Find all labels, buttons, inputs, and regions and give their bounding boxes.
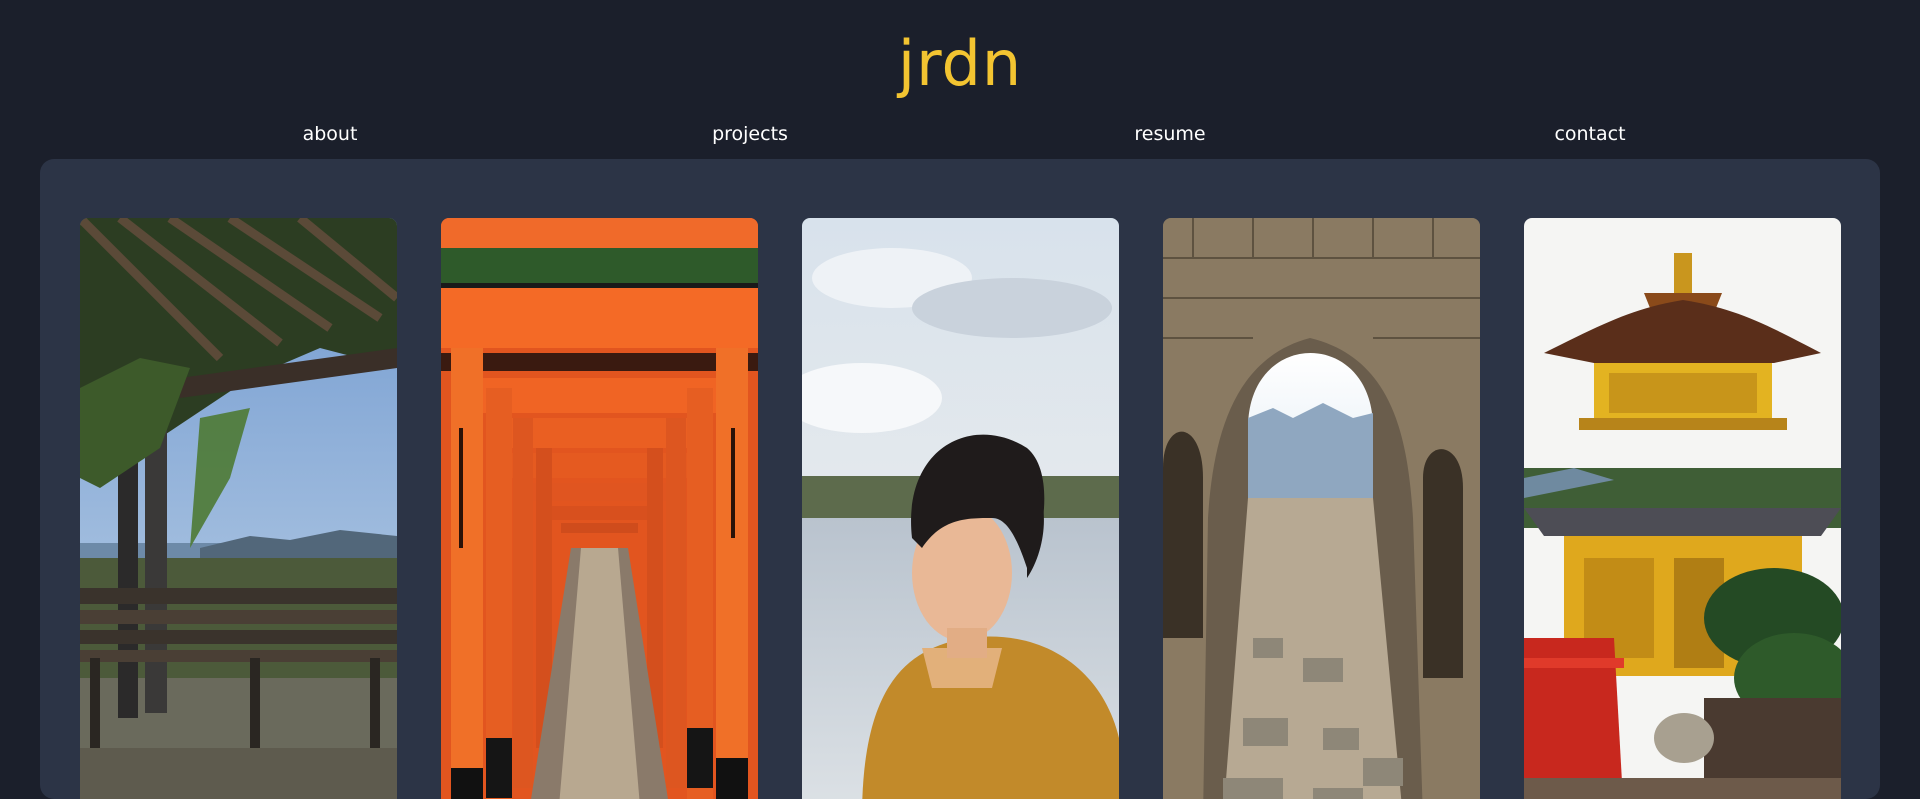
nav-projects[interactable]: projects: [650, 120, 850, 148]
portrait-by-water-photo: [802, 218, 1119, 799]
photo-card-torii[interactable]: [441, 218, 758, 799]
golden-pagoda-photo: [1524, 218, 1841, 799]
nav-about[interactable]: about: [230, 120, 430, 148]
torii-gates-corridor-photo: [441, 218, 758, 799]
nav-resume[interactable]: resume: [1070, 120, 1270, 148]
nav-contact[interactable]: contact: [1490, 120, 1690, 148]
stone-arch-ruins-photo: [1163, 218, 1480, 799]
photo-card-arch[interactable]: [1163, 218, 1480, 799]
main-nav: about projects resume contact: [0, 120, 1920, 152]
photo-card-pergola[interactable]: [80, 218, 397, 799]
photo-card-portrait[interactable]: [802, 218, 1119, 799]
photo-card-pagoda[interactable]: [1524, 218, 1841, 799]
photo-gallery: [40, 159, 1880, 799]
site-title: jrdn: [897, 27, 1023, 100]
pergola-bench-lake-photo: [80, 218, 397, 799]
